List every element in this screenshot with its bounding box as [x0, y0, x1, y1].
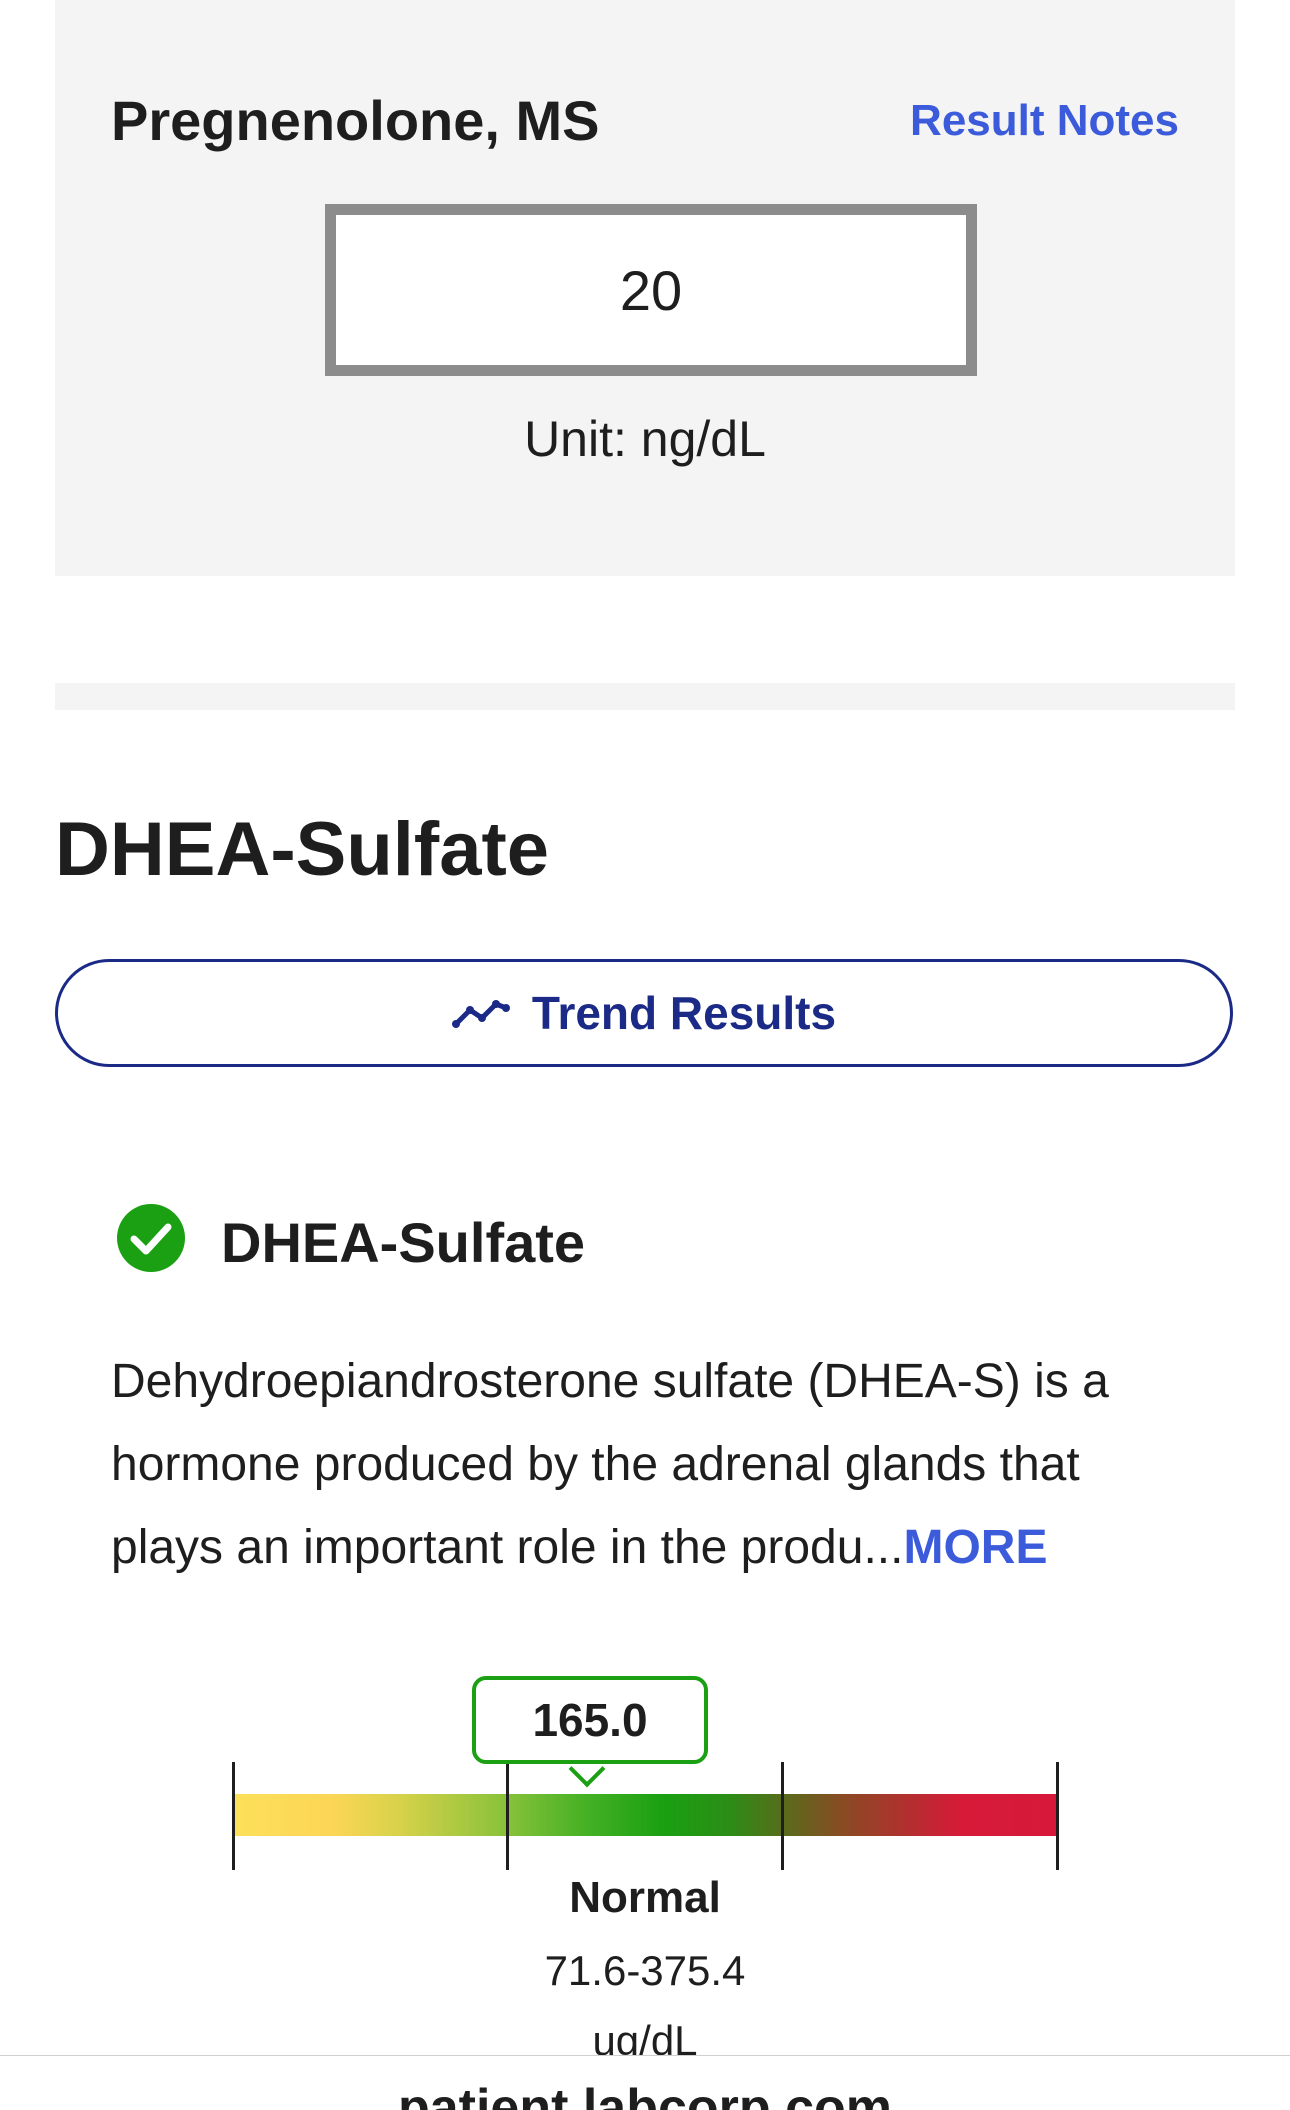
section-divider	[55, 683, 1235, 710]
range-values: 71.6-375.4	[544, 1947, 746, 1994]
result-value: 20	[619, 258, 683, 322]
trend-results-label: Trend Results	[531, 987, 837, 1039]
section-title: DHEA-Sulfate	[55, 807, 550, 892]
trend-results-button[interactable]: Trend Results	[55, 959, 1233, 1067]
trend-line-icon	[451, 1000, 510, 1028]
result-notes-link[interactable]: Result Notes	[910, 96, 1179, 146]
range-label: Normal	[569, 1873, 721, 1922]
result-marker-value: 165.0	[532, 1694, 648, 1746]
result-marker: 165.0	[472, 1676, 708, 1764]
test-name: DHEA-Sulfate	[221, 1211, 586, 1274]
result-unit: Unit: ng/dL	[524, 411, 766, 467]
check-circle-icon	[117, 1204, 185, 1272]
test-description: Dehydroepiandrosterone sulfate (DHEA-S) …	[111, 1340, 1201, 1589]
page: Pregnenolone, MS Result Notes 20 Unit: n…	[0, 0, 1290, 2110]
test-title: Pregnenolone, MS	[111, 89, 600, 152]
range-tick	[232, 1762, 235, 1870]
range-bar	[233, 1794, 1059, 1836]
range-tick	[1056, 1762, 1059, 1870]
more-link[interactable]: MORE	[903, 1521, 1047, 1574]
browser-url-bar: patient.labcorp.com	[0, 2055, 1290, 2110]
range-tick	[506, 1762, 509, 1870]
range-tick	[781, 1762, 784, 1870]
url-text[interactable]: patient.labcorp.com	[0, 2078, 1290, 2110]
result-value-box: 20	[325, 204, 977, 376]
pregnenolone-card: Pregnenolone, MS Result Notes 20 Unit: n…	[55, 0, 1235, 576]
